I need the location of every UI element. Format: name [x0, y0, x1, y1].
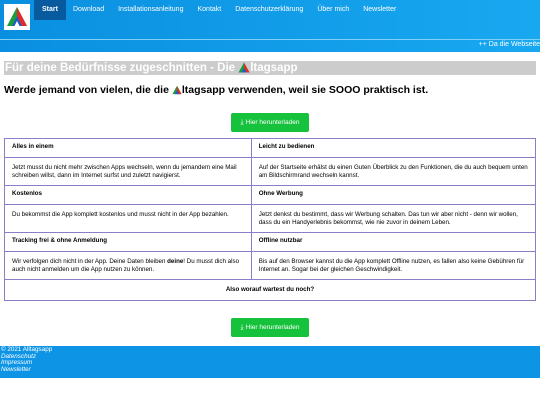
features-table: Alles in einem Leicht zu bedienen Jetzt … [4, 138, 537, 301]
feature-title: Tracking frei & ohne Anmeldung [4, 232, 252, 252]
nav-newsletter[interactable]: Newsletter [356, 0, 403, 20]
feature-text: Jetzt denkst du bestimmt, dass wir Werbu… [250, 204, 537, 233]
feature-text: Wir verfolgen dich nicht in der App. Dei… [4, 251, 252, 280]
headline-suffix: ltagsapp verwenden, weil sie SOOO prakti… [181, 84, 429, 96]
download-button-bottom[interactable]: ⤓ Hier herunterladen [231, 318, 309, 337]
table-row: Alles in einem Leicht zu bedienen [4, 138, 537, 158]
feature-title: Leicht zu bedienen [250, 138, 537, 158]
headline-prefix: Werde jemand von vielen, die die [4, 84, 172, 96]
nav-datenschutz[interactable]: Datenschutzerklärung [228, 0, 310, 20]
table-row: Du bekommst die App komplett kostenlos u… [4, 204, 537, 233]
nav-start[interactable]: Start [34, 0, 66, 20]
hero-banner: Für deine Bedürfnisse zugeschnitten - Di… [4, 61, 536, 75]
feature-text-part: Wir verfolgen dich nicht in der App. Dei… [12, 258, 168, 265]
alltagsapp-logo[interactable] [4, 4, 30, 30]
banner-text-prefix: Für deine Bedürfnisse zugeschnitten - Di… [5, 62, 239, 74]
header-divider [0, 39, 540, 40]
download-label: Hier herunterladen [245, 324, 300, 331]
nav-download[interactable]: Download [66, 0, 111, 20]
nav-kontakt[interactable]: Kontakt [190, 0, 228, 20]
table-row: Tracking frei & ohne Anmeldung Offline n… [4, 232, 537, 252]
site-header: Start Download Installationsanleitung Ko… [0, 0, 540, 52]
feature-text: Du bekommst die App komplett kostenlos u… [4, 204, 252, 233]
feature-text: Jetzt musst du nicht mehr zwischen Apps … [4, 157, 252, 186]
download-button-top[interactable]: ⤓ Hier herunterladen [231, 113, 309, 132]
feature-title: Alles in einem [4, 138, 252, 158]
site-footer: © 2021 Alltagsapp Datenschutz Impressum … [0, 346, 540, 378]
feature-text: Bis auf den Browser kannst du die App ko… [250, 251, 537, 280]
download-icon: ⤓ [240, 324, 244, 331]
table-row: Also worauf wartest du noch? [4, 279, 536, 301]
table-row: Kostenlos Ohne Werbung [4, 185, 537, 205]
feature-title: Kostenlos [4, 185, 252, 205]
nav-ueber-mich[interactable]: Über mich [310, 0, 356, 20]
feature-text-bold: deine [167, 258, 184, 265]
call-to-action-question: Also worauf wartest du noch? [4, 279, 536, 301]
feature-title: Offline nutzbar [250, 232, 537, 252]
table-row: Wir verfolgen dich nicht in der App. Dei… [4, 251, 537, 280]
banner-text-suffix: ltagsapp [250, 62, 298, 74]
news-ticker: ++ Da die Webseite [478, 41, 540, 48]
feature-text: Auf der Startseite erhälst du einen Gute… [250, 157, 537, 186]
nav-installation[interactable]: Installationsanleitung [111, 0, 190, 20]
page-headline: Werde jemand von vielen, die die ltagsap… [4, 84, 428, 96]
table-row: Jetzt musst du nicht mehr zwischen Apps … [4, 157, 537, 186]
main-nav: Start Download Installationsanleitung Ko… [34, 0, 403, 20]
footer-link-newsletter[interactable]: Newsletter [1, 366, 540, 374]
alltagsapp-logo-icon [238, 62, 250, 73]
alltagsapp-logo-icon [172, 85, 182, 95]
feature-title: Ohne Werbung [250, 185, 537, 205]
download-label: Hier herunterladen [245, 119, 300, 126]
download-icon: ⤓ [240, 119, 244, 126]
